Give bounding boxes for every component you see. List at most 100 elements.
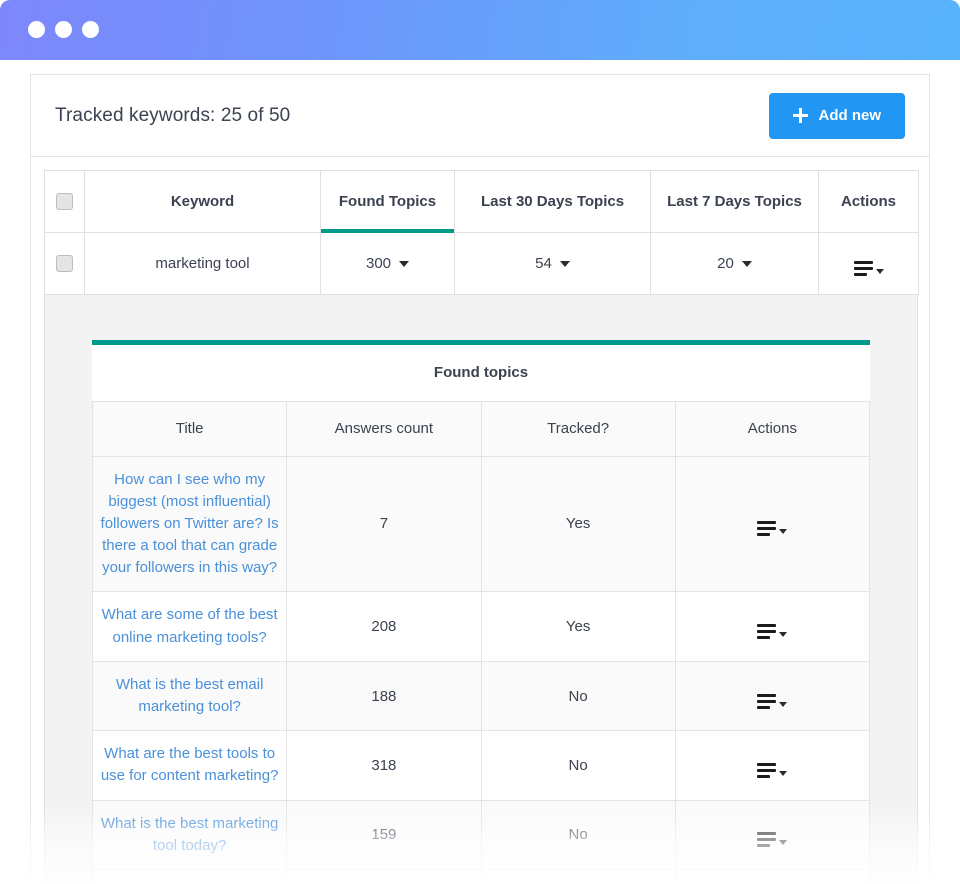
column-header-title[interactable]: Title [91, 400, 288, 457]
last-30-days-dropdown[interactable]: 54 [535, 255, 570, 272]
chevron-down-icon [399, 260, 410, 267]
row-found-topics-cell: 300 [320, 232, 455, 295]
found-topics-table-body: How can I see who my biggest (most influ… [91, 455, 871, 884]
last-30-days-value: 54 [535, 255, 552, 272]
topic-answers-count: 188 [286, 660, 482, 732]
topic-actions-cell [674, 455, 871, 593]
add-new-button[interactable]: Add new [768, 92, 905, 139]
found-topics-subheader: Title Answers count Tracked? Actions [91, 400, 871, 457]
topic-answers-count: 159 [286, 799, 482, 870]
topic-answers-count: 318 [286, 730, 482, 801]
hamburger-caret-icon[interactable] [757, 762, 788, 778]
column-header-topic-actions: Actions [674, 400, 871, 457]
topic-actions-cell [674, 799, 871, 870]
topic-tracked: No [480, 660, 676, 732]
found-topics-caption-row: Found topics [92, 345, 870, 402]
card-header: Tracked keywords: 25 of 50 Add new [31, 75, 929, 157]
hamburger-icon [757, 832, 777, 848]
chevron-down-icon [559, 260, 570, 267]
found-topics-expanded-panel: Found topics Title Answers count Tracked… [44, 295, 918, 884]
row-select-cell [44, 232, 85, 295]
keywords-table: Keyword Found Topics Last 30 Days Topics… [44, 170, 919, 295]
column-header-found-topics[interactable]: Found Topics [320, 170, 455, 234]
column-header-answers-count[interactable]: Answers count [286, 400, 482, 457]
topic-tracked: No [480, 799, 676, 870]
topic-title-cell: What is the best Twitter Marketing Tool? [91, 868, 288, 884]
browser-chrome-bar [0, 0, 960, 60]
chevron-down-icon [779, 701, 788, 707]
window-dot-minimize[interactable] [55, 21, 72, 38]
topic-title-cell: What is the best marketing tool today? [91, 799, 288, 870]
select-all-checkbox[interactable] [56, 193, 73, 211]
topic-tracked: Yes [480, 455, 676, 593]
row-last-7-days-cell: 20 [650, 232, 819, 295]
found-topics-header-row: Title Answers count Tracked? Actions [91, 400, 871, 457]
list-item: What is the best email marketing tool? 1… [91, 660, 871, 732]
row-keyword[interactable]: marketing tool [84, 232, 321, 295]
topic-title-link[interactable]: What is the best email marketing tool? [116, 676, 264, 715]
card-body: Keyword Found Topics Last 30 Days Topics… [31, 157, 929, 884]
keywords-table-body: marketing tool 300 54 20 [44, 232, 919, 295]
topic-tracked: Yes [480, 591, 676, 662]
hamburger-icon [757, 693, 777, 709]
column-header-actions: Actions [818, 170, 919, 233]
hamburger-icon [853, 261, 873, 276]
column-header-last-7-days-topics[interactable]: Last 7 Days Topics [650, 170, 819, 233]
topic-answers-count: 66 [286, 868, 482, 884]
topic-title-cell: What are some of the best online marketi… [91, 591, 288, 662]
window-controls [28, 21, 99, 38]
keywords-table-head: Keyword Found Topics Last 30 Days Topics… [44, 170, 919, 234]
window-dot-close[interactable] [28, 21, 45, 38]
hamburger-icon [757, 521, 777, 537]
last-7-days-dropdown[interactable]: 20 [717, 255, 752, 272]
list-item: What is the best Twitter Marketing Tool?… [91, 868, 871, 884]
hamburger-caret-icon[interactable] [757, 832, 788, 848]
topic-title-cell: What are the best tools to use for conte… [91, 730, 288, 801]
list-item: What is the best marketing tool today? 1… [91, 799, 871, 870]
app-root: Tracked keywords: 25 of 50 Add new Keywo… [0, 0, 960, 884]
add-new-button-label: Add new [818, 107, 882, 124]
column-header-last-30-days-topics[interactable]: Last 30 Days Topics [454, 170, 651, 233]
found-topics-inner-card: Found topics Title Answers count Tracked… [91, 340, 871, 884]
keywords-header-row: Keyword Found Topics Last 30 Days Topics… [44, 170, 919, 234]
chevron-down-icon [741, 260, 752, 267]
topic-title-link[interactable]: What are the best tools to use for conte… [101, 745, 279, 784]
topic-actions-cell [674, 730, 871, 801]
topic-tracked: Yes [480, 868, 676, 884]
hamburger-caret-icon[interactable] [853, 261, 884, 276]
topic-actions-cell [674, 591, 871, 662]
chevron-down-icon [779, 529, 788, 535]
hamburger-icon [757, 624, 777, 640]
hamburger-icon [757, 762, 777, 778]
chevron-down-icon [779, 632, 788, 638]
plus-icon [792, 108, 808, 123]
list-item: What are some of the best online marketi… [91, 591, 871, 662]
topic-title-link[interactable]: What are some of the best online marketi… [102, 606, 278, 645]
page-title: Tracked keywords: 25 of 50 [55, 104, 291, 126]
chevron-down-icon [779, 840, 788, 846]
chevron-down-icon [779, 770, 788, 776]
topic-answers-count: 208 [286, 591, 482, 662]
window-dot-maximize[interactable] [82, 21, 99, 38]
row-last-30-days-cell: 54 [454, 232, 651, 295]
found-topics-caption: Found topics [92, 345, 870, 402]
last-7-days-value: 20 [717, 255, 734, 272]
column-header-select-all [44, 170, 85, 233]
tracked-keywords-card: Tracked keywords: 25 of 50 Add new Keywo… [30, 74, 930, 884]
found-topics-table-head: Found topics [92, 345, 870, 402]
column-header-keyword[interactable]: Keyword [84, 170, 321, 233]
column-header-tracked[interactable]: Tracked? [480, 400, 676, 457]
list-item: What are the best tools to use for conte… [91, 730, 871, 801]
hamburger-caret-icon[interactable] [757, 693, 788, 709]
topic-title-cell: What is the best email marketing tool? [91, 660, 288, 732]
row-checkbox[interactable] [56, 255, 73, 273]
topic-answers-count: 7 [286, 455, 482, 593]
hamburger-caret-icon[interactable] [757, 521, 788, 537]
found-topics-table: Found topics Title Answers count Tracked… [91, 345, 871, 884]
row-actions-cell [818, 232, 919, 295]
found-topics-dropdown[interactable]: 300 [366, 255, 410, 272]
topic-title-link[interactable]: What is the best marketing tool today? [101, 815, 279, 854]
hamburger-caret-icon[interactable] [757, 624, 788, 640]
topic-title-link[interactable]: How can I see who my biggest (most influ… [101, 471, 279, 577]
table-row: marketing tool 300 54 20 [44, 232, 919, 295]
